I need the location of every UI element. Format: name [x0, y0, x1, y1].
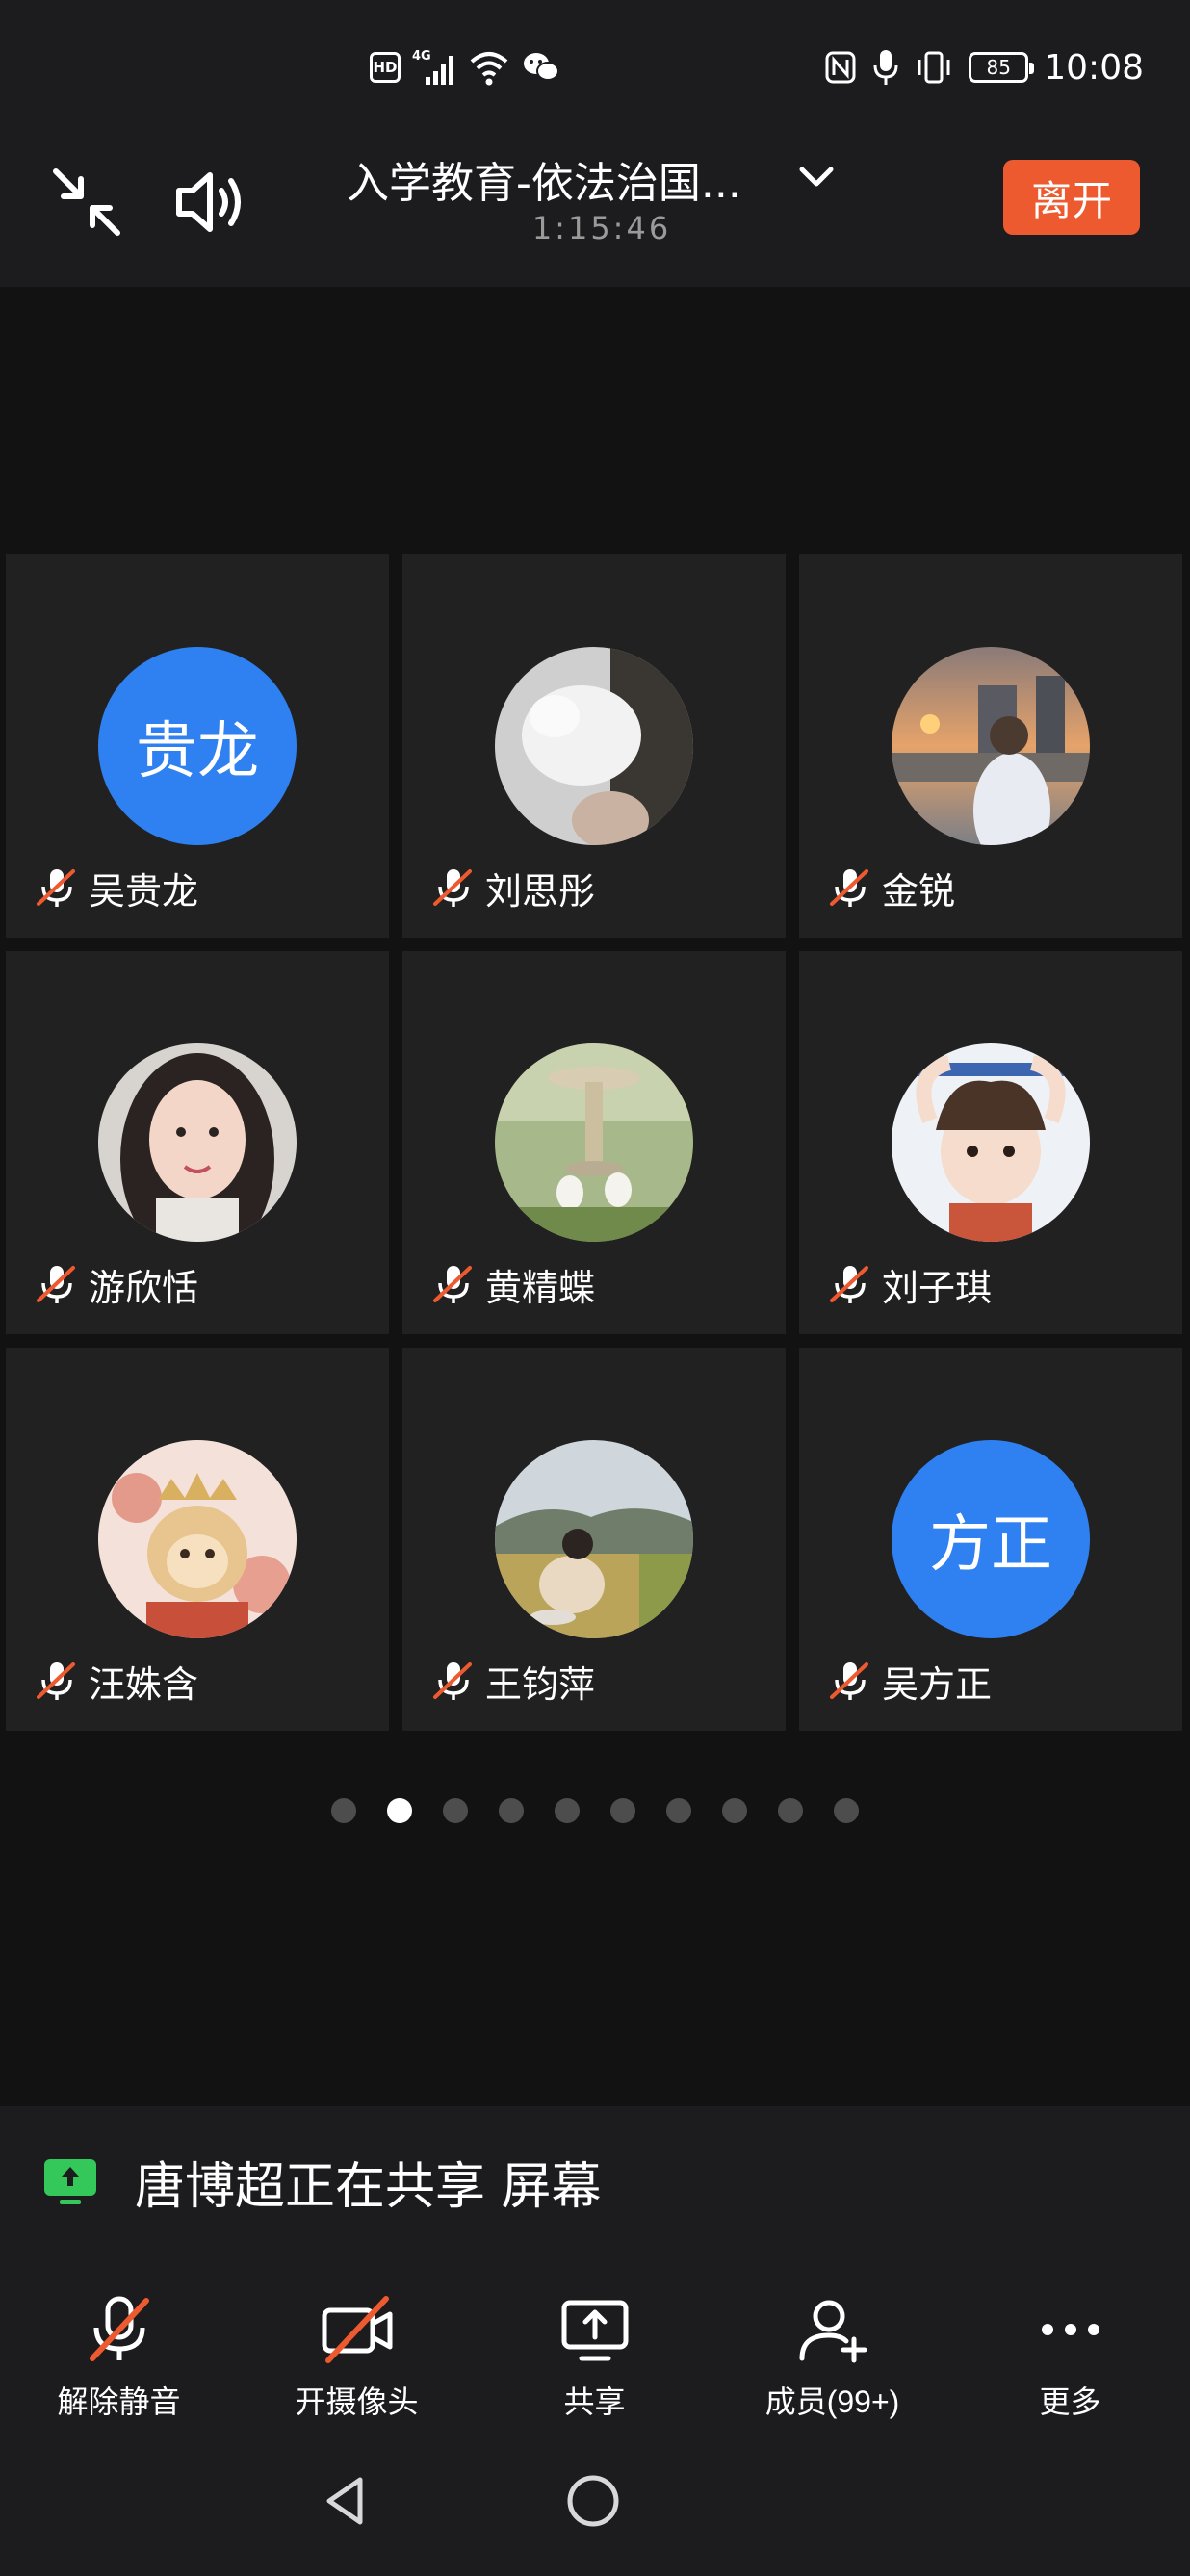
- system-nav-bar: [0, 2449, 1190, 2576]
- participant-name: 黄精蝶: [485, 1266, 596, 1309]
- mic-off-icon: [37, 1266, 75, 1303]
- camera-off-icon: [322, 2296, 392, 2363]
- participant-name: 刘思彤: [485, 869, 596, 913]
- home-circle-icon[interactable]: [562, 2470, 624, 2532]
- more-label: 更多: [1039, 2384, 1101, 2419]
- mic-off-icon: [433, 1662, 472, 1700]
- back-triangle-icon[interactable]: [316, 2470, 377, 2532]
- participant-label: 吴贵龙: [35, 861, 198, 914]
- avatar: [495, 1043, 693, 1242]
- participant-tile[interactable]: 游欣恬: [6, 951, 389, 1334]
- avatar: 贵龙: [98, 647, 297, 845]
- camera-button[interactable]: 开摄像头: [238, 2256, 476, 2449]
- participant-tile[interactable]: 王钧萍: [402, 1348, 786, 1731]
- participant-tile[interactable]: 刘子琪: [799, 951, 1182, 1334]
- participant-grid: 贵龙 吴贵龙 刘思彤 金锐 游欣恬 黄精蝶 刘子琪 汪姝含 王钧萍 方正 吴方正: [6, 554, 1184, 1731]
- participant-label: 金锐: [828, 861, 955, 914]
- page-dot[interactable]: [834, 1798, 859, 1823]
- cellular-signal-icon: 4G: [412, 49, 453, 85]
- svg-text:4G: 4G: [412, 49, 431, 64]
- vibrate-icon: [918, 51, 950, 84]
- participant-label: 游欣恬: [35, 1257, 198, 1311]
- wechat-icon: [524, 53, 559, 81]
- screen-share-banner[interactable]: 唐博超正在共享 屏幕: [0, 2106, 1190, 2256]
- participant-label: 刘子琪: [828, 1257, 992, 1311]
- participant-tile[interactable]: 刘思彤: [402, 554, 786, 938]
- participant-tile[interactable]: 方正 吴方正: [799, 1348, 1182, 1731]
- status-left-icons: HD 4G: [370, 46, 560, 89]
- mic-off-icon: [89, 2296, 149, 2361]
- avatar: [892, 1043, 1090, 1242]
- avatar: [98, 1440, 297, 1638]
- avatar: [892, 647, 1090, 845]
- mic-off-icon: [37, 869, 75, 907]
- members-label: 成员(99+): [764, 2384, 900, 2419]
- participant-tile[interactable]: 贵龙 吴贵龙: [6, 554, 389, 938]
- page-dot[interactable]: [331, 1798, 356, 1823]
- share-label: 共享: [563, 2384, 626, 2419]
- page-dot[interactable]: [778, 1798, 803, 1823]
- page-dot[interactable]: [499, 1798, 524, 1823]
- avatar: [98, 1043, 297, 1242]
- more-button[interactable]: 更多: [951, 2256, 1189, 2449]
- mic-off-icon: [830, 1662, 868, 1700]
- page-dot[interactable]: [610, 1798, 635, 1823]
- avatar: 方正: [892, 1440, 1090, 1638]
- members-button[interactable]: 成员(99+): [713, 2256, 951, 2449]
- meeting-toolbar: 解除静音 开摄像头 共享 成员(99+) 更多: [0, 2256, 1190, 2449]
- participant-name: 吴贵龙: [89, 869, 199, 913]
- page-dot[interactable]: [555, 1798, 580, 1823]
- participant-label: 王钧萍: [431, 1654, 595, 1708]
- share-button[interactable]: 共享: [476, 2256, 713, 2449]
- meeting-timer: 1:15:46: [531, 210, 672, 246]
- collapse-window-icon[interactable]: [48, 164, 125, 241]
- participant-tile[interactable]: 黄精蝶: [402, 951, 786, 1334]
- share-status-text: 唐博超正在共享 屏幕: [135, 2157, 602, 2216]
- page-dot[interactable]: [722, 1798, 747, 1823]
- leave-button[interactable]: 离开: [1003, 160, 1140, 235]
- battery-indicator: 85: [969, 52, 1035, 83]
- mic-off-icon: [433, 869, 472, 907]
- participant-tile[interactable]: 汪姝含: [6, 1348, 389, 1731]
- mic-off-icon: [37, 1662, 75, 1700]
- camera-label: 开摄像头: [295, 2384, 419, 2419]
- screen-share-icon: [44, 2159, 96, 2204]
- clock: 10:08: [1044, 47, 1144, 88]
- mic-off-icon: [830, 1266, 868, 1303]
- participant-name: 金锐: [882, 869, 956, 913]
- nfc-icon: [825, 51, 856, 84]
- participant-name: 吴方正: [882, 1662, 993, 1706]
- meeting-title[interactable]: 入学教育-依法治国...: [347, 148, 761, 210]
- participant-name: 汪姝含: [89, 1662, 199, 1706]
- participant-label: 吴方正: [828, 1654, 992, 1708]
- meeting-header: 入学教育-依法治国... 1:15:46 离开: [0, 135, 1190, 287]
- more-dots-icon: [1041, 2324, 1099, 2335]
- avatar: [495, 647, 693, 845]
- status-bar: HD 4G 85 10:08: [0, 0, 1190, 135]
- unmute-button[interactable]: 解除静音: [0, 2256, 238, 2449]
- page-dot[interactable]: [666, 1798, 691, 1823]
- avatar: [495, 1440, 693, 1638]
- mic-off-icon: [433, 1266, 472, 1303]
- participant-label: 刘思彤: [431, 861, 595, 914]
- hd-badge: HD: [370, 52, 401, 83]
- page-dot-active[interactable]: [387, 1798, 412, 1823]
- participant-name: 游欣恬: [89, 1266, 199, 1309]
- wifi-icon: [470, 52, 508, 86]
- share-screen-icon: [561, 2300, 628, 2361]
- participant-name: 王钧萍: [485, 1662, 596, 1706]
- unmute-label: 解除静音: [57, 2384, 181, 2419]
- chevron-down-icon[interactable]: [794, 154, 839, 198]
- participant-label: 汪姝含: [35, 1654, 198, 1708]
- page-dot[interactable]: [443, 1798, 468, 1823]
- participant-tile[interactable]: 金锐: [799, 554, 1182, 938]
- participant-name: 刘子琪: [882, 1266, 993, 1309]
- microphone-icon: [873, 50, 898, 85]
- status-right-icons: 85 10:08: [824, 42, 1144, 92]
- speaker-icon[interactable]: [169, 162, 250, 243]
- add-member-icon: [799, 2300, 867, 2363]
- mic-off-icon: [830, 869, 868, 907]
- participant-label: 黄精蝶: [431, 1257, 595, 1311]
- page-indicator: [327, 1796, 863, 1825]
